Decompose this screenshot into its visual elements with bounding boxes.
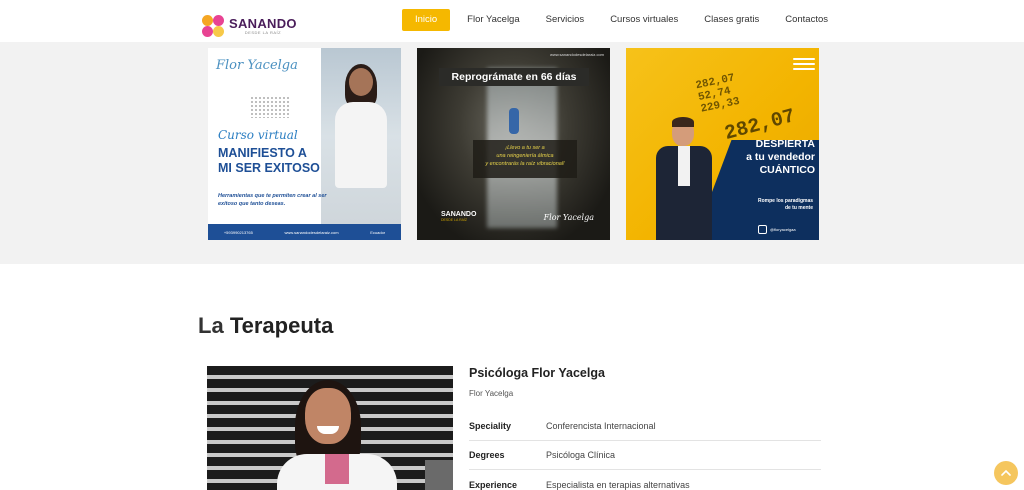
card-brand-signature: Flor Yacelga — [216, 58, 298, 73]
detail-label: Degrees — [469, 450, 505, 460]
brand-name: SANANDO — [441, 211, 477, 218]
section-title-bold: Terapeuta — [229, 313, 334, 338]
detail-label: Speciality — [469, 421, 512, 431]
butterfly-logo-icon — [202, 15, 226, 37]
chevron-up-icon — [1001, 469, 1011, 476]
card-title: DESPIERTA a tu vendedor CUÁNTICO — [746, 138, 815, 177]
subtitle-line1: Rompe los paradigmas — [757, 198, 813, 204]
card-subtitle: Rompe los paradigmas de tu mente — [758, 198, 813, 212]
logo-tagline: DESDE LA RAÍZ — [244, 30, 282, 35]
title-line3: CUÁNTICO — [759, 164, 815, 176]
quote-line2: una reingeniería álmica — [496, 153, 554, 159]
brand-tagline: DESDE LA RAÍZ — [441, 218, 468, 222]
instagram-handle: @floryacelgaa — [770, 227, 796, 232]
card-footer-bar: +593990213765 www.sanandodesdelaraiz.com… — [208, 224, 401, 240]
section-title-light: La — [198, 313, 224, 338]
title-line1: DESPIERTA — [755, 138, 815, 150]
scroll-top-button[interactable] — [994, 461, 1018, 485]
card-quote: ¡Llevo a tu ser a una reingeniería álmic… — [473, 140, 577, 178]
course-card-manifiesto[interactable]: Flor Yacelga Curso virtual MANIFIESTO A … — [208, 48, 401, 240]
card-brand-logo: SANANDO DESDE LA RAÍZ — [441, 211, 476, 222]
person-figure — [509, 108, 519, 134]
card-signature: Flor Yacelga — [543, 213, 594, 222]
nav-item-servicios[interactable]: Servicios — [533, 9, 598, 31]
profile-details: Speciality Conferencista Internacional D… — [469, 412, 821, 490]
section-title: La Terapeuta — [198, 313, 333, 339]
main-nav: Inicio Flor Yacelga Servicios Cursos vir… — [401, 9, 828, 31]
card-description: Herramientas que te permiten crear al se… — [218, 193, 327, 207]
card-title-line2: MI SER EXITOSO — [218, 161, 320, 175]
course-card-reprogramate[interactable]: www.sanandodesdelaraiz.com Reprográmate … — [417, 48, 610, 240]
detail-label: Experience — [469, 479, 518, 490]
detail-value: Conferencista Internacional — [546, 421, 656, 431]
web-contact: www.sanandodesdelaraiz.com — [284, 229, 339, 235]
nav-item-clases-gratis[interactable]: Clases gratis — [691, 9, 772, 31]
profile-subtitle: Flor Yacelga — [469, 389, 514, 398]
sanando-logo[interactable]: SANANDO DESDE LA RAÍZ — [202, 15, 297, 37]
phone-contact: +593990213765 — [223, 229, 253, 235]
card-title-line1: MANIFIESTO A — [218, 146, 307, 160]
nav-item-inicio[interactable]: Inicio — [401, 9, 451, 31]
detail-value: Psicóloga Clínica — [546, 450, 616, 460]
detail-row-speciality: Speciality Conferencista Internacional — [469, 412, 821, 441]
course-card-vendedor-cuantico[interactable]: 282,07 52,74 229,33 282,07 DESPIERTA a t… — [626, 48, 819, 240]
location-contact: Ecuador — [370, 229, 386, 235]
speaker-figure — [648, 117, 718, 240]
therapist-profile: Psicóloga Flor Yacelga Flor Yacelga Spec… — [469, 366, 821, 490]
subtitle-line2: de tu mente — [784, 205, 813, 211]
detail-value: Especialista en terapias alternativas — [546, 479, 690, 490]
quote-line3: y encontrarás la raíz vibracional! — [485, 161, 565, 167]
course-gallery: Flor Yacelga Curso virtual MANIFIESTO A … — [0, 42, 1024, 264]
dot-pattern — [250, 96, 290, 118]
nav-item-flor-yacelga[interactable]: Flor Yacelga — [454, 9, 532, 31]
nav-item-cursos-virtuales[interactable]: Cursos virtuales — [597, 9, 691, 31]
detail-row-experience: Experience Especialista en terapias alte… — [469, 470, 821, 490]
logo-name: SANANDO — [229, 16, 297, 31]
quote-line1: ¡Llevo a tu ser a — [505, 145, 545, 151]
nav-item-contactos[interactable]: Contactos — [772, 9, 828, 31]
detail-row-degrees: Degrees Psicóloga Clínica — [469, 441, 821, 470]
instagram-icon — [758, 225, 767, 234]
waves-icon — [793, 58, 815, 74]
site-header: SANANDO DESDE LA RAÍZ Inicio Flor Yacelg… — [0, 0, 1024, 42]
social-handle: @floryacelgaa — [758, 225, 796, 234]
card-title: MANIFIESTO A MI SER EXITOSO — [218, 146, 320, 176]
therapist-photo — [207, 366, 453, 490]
card-headline: Reprográmate en 66 días — [439, 68, 589, 86]
title-line2: a tu vendedor — [746, 151, 815, 163]
card-url: www.sanandodesdelaraiz.com — [549, 52, 604, 57]
profile-name: Psicóloga Flor Yacelga — [469, 366, 605, 380]
card-course-label: Curso virtual — [218, 128, 298, 142]
